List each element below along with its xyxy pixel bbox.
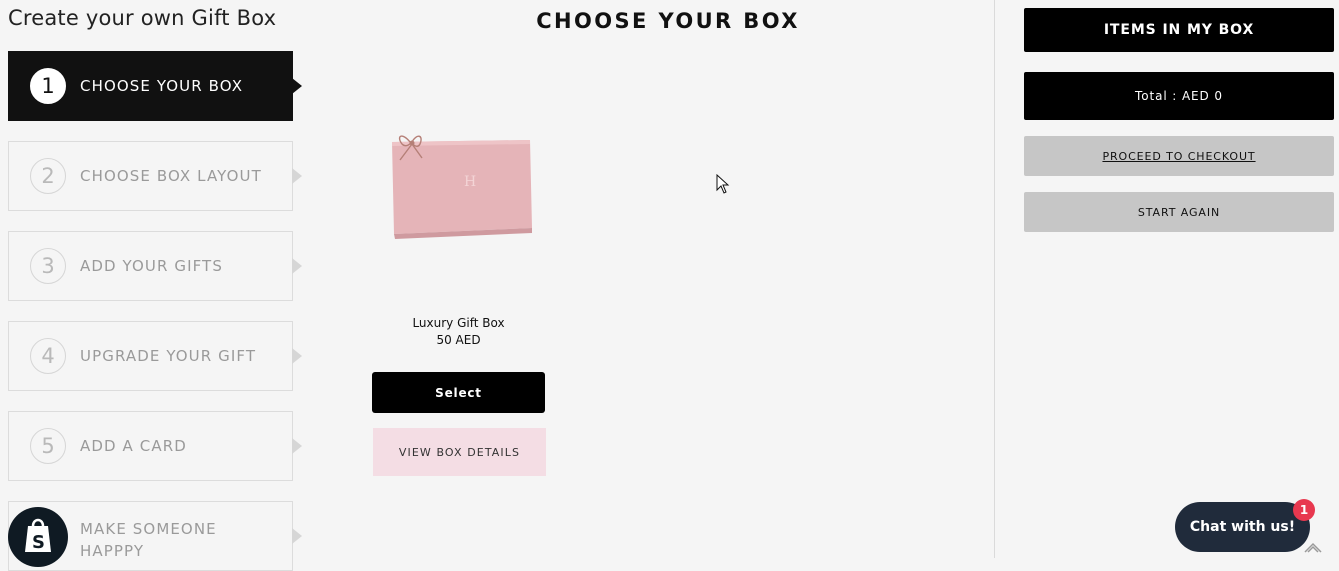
step-arrow-icon [292,258,302,274]
page-heading: Create your own Gift Box [8,6,277,30]
vertical-divider [994,0,995,558]
step-arrow-icon [292,528,302,544]
svg-text:H: H [464,174,476,190]
step-number: 3 [30,248,66,284]
svg-text:S: S [32,532,45,553]
step-add-gifts[interactable]: 3 ADD YOUR GIFTS [8,231,302,301]
chevron-up-icon[interactable] [1303,540,1323,554]
step-choose-layout[interactable]: 2 CHOOSE BOX LAYOUT [8,141,302,211]
step-number: 4 [30,338,66,374]
order-total: Total : AED 0 [1024,72,1334,120]
step-arrow-icon [292,438,302,454]
step-label: MAKE SOMEONE HAPPPY [80,520,217,560]
select-button[interactable]: Select [372,372,545,413]
shopify-bag-icon[interactable]: S [8,507,68,567]
main-title: CHOOSE YOUR BOX [536,9,800,33]
gift-box-image: H [392,135,532,239]
step-label: ADD YOUR GIFTS [80,257,223,275]
step-label: CHOOSE YOUR BOX [80,77,244,95]
step-upgrade-gift[interactable]: 4 UPGRADE YOUR GIFT [8,321,302,391]
chat-with-us-button[interactable]: Chat with us! [1175,502,1310,552]
step-label: ADD A CARD [80,437,187,455]
mouse-cursor-icon [716,174,730,194]
product-price: 50 AED [436,333,481,347]
step-choose-box[interactable]: 1 CHOOSE YOUR BOX [8,51,302,121]
proceed-to-checkout-button[interactable]: PROCEED TO CHECKOUT [1024,136,1334,176]
chat-notification-badge: 1 [1293,499,1315,521]
step-number: 5 [30,428,66,464]
step-number: 2 [30,158,66,194]
step-label: UPGRADE YOUR GIFT [80,347,257,365]
step-number: 1 [30,68,66,104]
step-arrow-icon [292,78,302,94]
step-arrow-icon [292,168,302,184]
start-again-button[interactable]: START AGAIN [1024,192,1334,232]
step-add-card[interactable]: 5 ADD A CARD [8,411,302,481]
step-arrow-icon [292,348,302,364]
view-box-details-button[interactable]: VIEW BOX DETAILS [373,428,546,476]
step-label: CHOOSE BOX LAYOUT [80,167,262,185]
items-in-my-box-header: ITEMS IN MY BOX [1024,8,1334,52]
product-name: Luxury Gift Box [412,316,505,330]
